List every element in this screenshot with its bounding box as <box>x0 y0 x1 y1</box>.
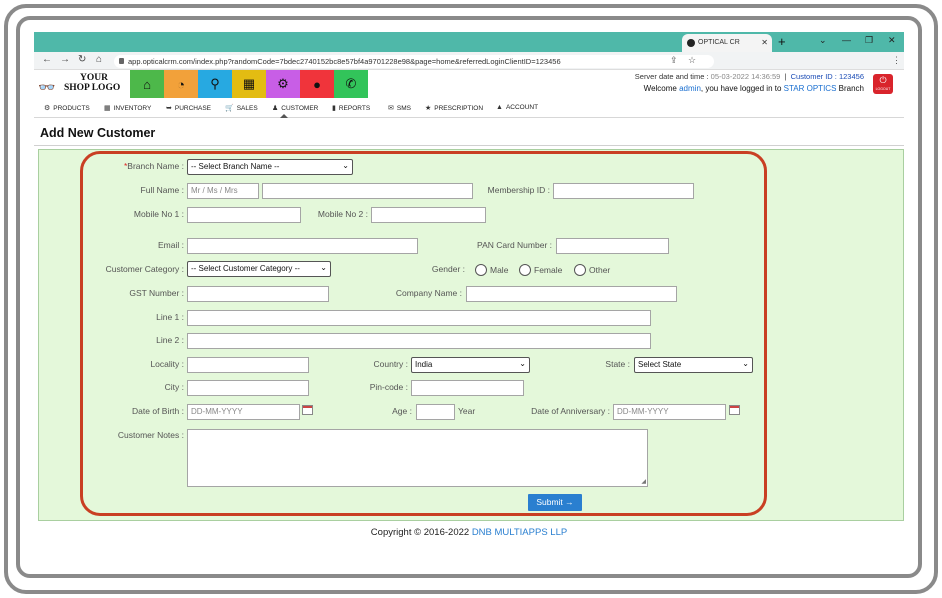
chat-icon: ✉ <box>388 105 394 112</box>
browser-tab-bar: OPTICAL CR ✕ + ⌄ — ❐ ✕ <box>34 32 904 52</box>
branch-name: STAR OPTICS <box>783 84 837 93</box>
nav-customer-label: CUSTOMER <box>281 105 319 112</box>
nav-prescription[interactable]: ★ PRESCRIPTION <box>425 104 483 112</box>
reload-icon[interactable]: ↻ <box>78 54 86 65</box>
new-tab-icon[interactable]: + <box>778 34 786 49</box>
back-icon[interactable]: ← <box>42 54 52 65</box>
nav-account[interactable]: ▲ ACCOUNT <box>496 104 538 111</box>
search-icon: ⚲ <box>210 76 220 91</box>
server-info: Server date and time : 05-03-2022 14:36:… <box>634 72 864 93</box>
nav-sms[interactable]: ✉ SMS <box>388 104 411 112</box>
logo-line-2: SHOP LOGO <box>64 83 121 93</box>
nav-sms-label: SMS <box>396 105 411 112</box>
close-tab-icon[interactable]: ✕ <box>761 38 768 47</box>
nav-reports-label: REPORTS <box>338 105 371 112</box>
close-window-icon[interactable]: ✕ <box>888 35 896 46</box>
nav-products-label: PRODUCTS <box>53 105 90 112</box>
whatsapp-tile[interactable]: ✆ <box>334 70 368 98</box>
gear-icon: ⚙ <box>277 76 289 91</box>
footer-brand-link[interactable]: DNB MULTIAPPS LLP <box>472 527 567 538</box>
dashboard-tile[interactable]: ◔ <box>164 70 198 98</box>
browser-tab[interactable]: OPTICAL CR ✕ <box>682 34 772 52</box>
divider <box>34 145 904 146</box>
share-icon[interactable]: ⇪ <box>670 55 678 66</box>
customer-id-label: Customer ID : <box>790 72 837 81</box>
page-title: Add New Customer <box>40 126 156 140</box>
username: admin <box>679 84 701 93</box>
home-nav-icon[interactable]: ⌂ <box>96 54 102 65</box>
person-icon: ♟ <box>272 105 279 112</box>
address-bar: ← → ↻ ⌂ app.opticalcrm.com/index.php?ran… <box>34 52 904 70</box>
nav-inventory[interactable]: ▦ INVENTORY <box>104 104 151 112</box>
bank-icon: ▲ <box>496 104 503 111</box>
nav-products[interactable]: ⚙ PRODUCTS <box>44 104 90 112</box>
user-tile[interactable]: ● <box>300 70 334 98</box>
whatsapp-icon: ✆ <box>345 76 357 91</box>
nav-reports[interactable]: ▮ REPORTS <box>332 104 370 112</box>
logo-line-1: YOUR <box>80 73 108 83</box>
logout-label: LOGOUT <box>875 87 891 91</box>
app-header: 👓 YOUR SHOP LOGO ⌂ ◔ ⚲ ▦ ⚙ ● ✆ Server da… <box>34 70 904 98</box>
forward-icon[interactable]: → <box>60 54 70 65</box>
nav-sales[interactable]: 🛒 SALES <box>225 104 258 112</box>
frame-inner: OPTICAL CR ✕ + ⌄ — ❐ ✕ ← → ↻ ⌂ app.optic… <box>16 16 922 578</box>
nav-purchase-label: PURCHASE <box>174 105 211 112</box>
nav-account-label: ACCOUNT <box>505 104 539 111</box>
star-rx-icon: ★ <box>425 105 432 112</box>
logout-button[interactable]: ⏻ LOGOUT <box>873 74 893 94</box>
main-nav: ⚙ PRODUCTS ▦ INVENTORY ➥ PURCHASE 🛒 SALES ♟ C… <box>34 100 904 118</box>
grid-icon: ▦ <box>242 76 256 91</box>
customer-id: 123456 <box>838 72 864 81</box>
home-icon: ⌂ <box>143 76 151 92</box>
menu-dots-icon[interactable]: ⋮ <box>892 55 901 66</box>
nav-inventory-label: INVENTORY <box>113 105 152 112</box>
grid-small-icon: ▦ <box>104 105 111 112</box>
browser-window: OPTICAL CR ✕ + ⌄ — ❐ ✕ ← → ↻ ⌂ app.optic… <box>34 32 904 566</box>
tab-title: OPTICAL CR <box>698 39 740 46</box>
nav-sales-label: SALES <box>236 105 258 112</box>
home-tile[interactable]: ⌂ <box>130 70 164 98</box>
tags-icon: ➥ <box>166 105 172 112</box>
lock-icon <box>119 58 124 64</box>
settings-tile[interactable]: ⚙ <box>266 70 300 98</box>
highlight-annotation-ring <box>80 151 767 516</box>
glasses-icon: 👓 <box>38 79 56 95</box>
branch-word: Branch <box>838 84 864 93</box>
chevron-down-icon[interactable]: ⌄ <box>819 35 827 46</box>
nav-customer[interactable]: ♟ CUSTOMER <box>272 104 319 118</box>
power-icon: ⏻ <box>879 75 887 85</box>
favicon-icon <box>687 39 695 47</box>
copyright-text: Copyright © 2016-2022 <box>370 527 470 538</box>
file-icon: ▮ <box>332 105 336 112</box>
screenshot-frame: OPTICAL CR ✕ + ⌄ — ❐ ✕ ← → ↻ ⌂ app.optic… <box>0 0 942 598</box>
shop-logo[interactable]: 👓 YOUR SHOP LOGO <box>38 73 128 97</box>
server-datetime: 05-03-2022 14:36:59 <box>710 72 781 81</box>
dashboard-icon: ◔ <box>177 76 185 92</box>
minimize-icon[interactable]: — <box>842 35 851 45</box>
url-field[interactable]: app.opticalcrm.com/index.php?randomCode=… <box>114 55 714 68</box>
page-footer: Copyright © 2016-2022 DNB MULTIAPPS LLP <box>34 527 904 538</box>
grid-tile[interactable]: ▦ <box>232 70 266 98</box>
nav-purchase[interactable]: ➥ PURCHASE <box>166 104 211 112</box>
url-text: app.opticalcrm.com/index.php?randomCode=… <box>128 57 561 66</box>
cart-icon: 🛒 <box>225 105 234 112</box>
user-icon: ● <box>313 76 321 92</box>
nav-prescription-label: PRESCRIPTION <box>434 105 484 112</box>
server-label: Server date and time : <box>634 72 709 81</box>
star-icon[interactable]: ☆ <box>688 55 696 66</box>
logged-in-text: , you have logged in to <box>700 84 782 93</box>
search-tile[interactable]: ⚲ <box>198 70 232 98</box>
maximize-icon[interactable]: ❐ <box>865 35 873 46</box>
tag-icon: ⚙ <box>44 105 51 112</box>
welcome-text: Welcome <box>643 84 677 93</box>
